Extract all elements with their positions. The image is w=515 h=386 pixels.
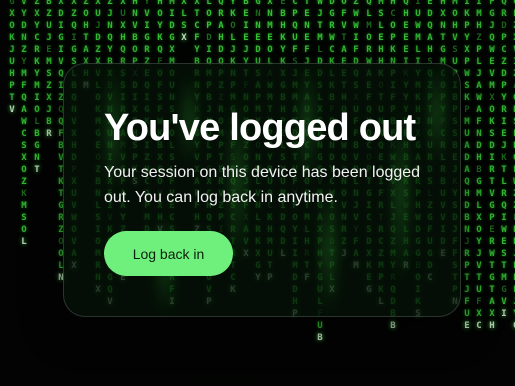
blur-streak: [430, 64, 444, 164]
logged-out-screen: GXOKJUHPTVVYDNZYMFQAWCSXOZKMSOLZXYCRKYMI…: [0, 0, 515, 386]
dialog-message: Your session on this device has been log…: [104, 164, 421, 206]
logout-dialog: You've logged out Your session on this d…: [63, 63, 461, 317]
log-back-in-button[interactable]: Log back in: [104, 231, 233, 276]
dialog-title: You've logged out: [104, 107, 416, 149]
dialog-content: You've logged out Your session on this d…: [104, 104, 430, 210]
